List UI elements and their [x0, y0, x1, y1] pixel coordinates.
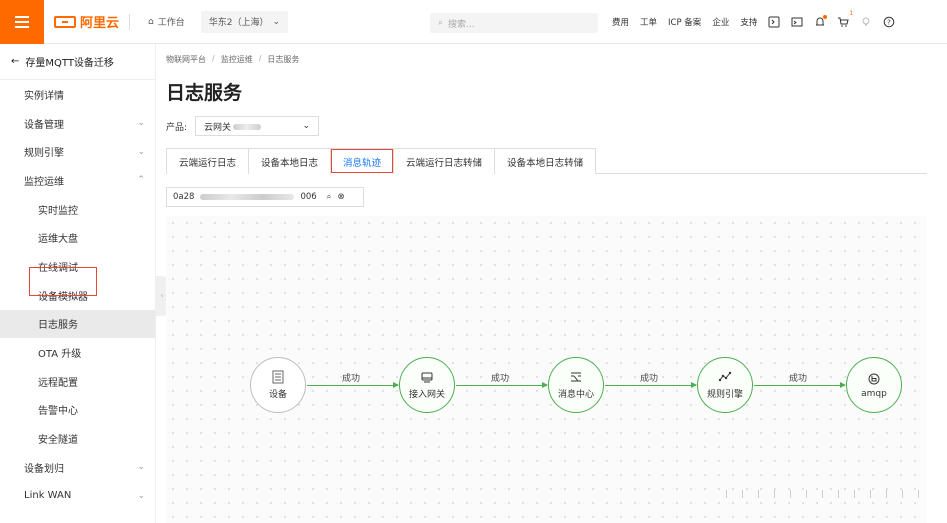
breadcrumb: 物联网平台 / 监控运维 / 日志服务 — [166, 54, 300, 65]
flow-node-message-center[interactable]: 消息中心 — [548, 357, 604, 413]
chevron-down-icon: ⌄ — [137, 146, 145, 157]
gateway-icon — [421, 372, 433, 383]
breadcrumb-log-service: 日志服务 — [267, 55, 300, 64]
redacted-text — [233, 124, 262, 130]
sidebar-item-device-management[interactable]: 设备管理 ⌄ — [0, 109, 155, 138]
tab-device-local-log[interactable]: 设备本地日志 — [248, 148, 332, 174]
sidebar-item-alarm-center[interactable]: 告警中心 — [0, 396, 155, 425]
flow-node-access-gateway[interactable]: 接入网关 — [399, 357, 455, 413]
bell-icon[interactable] — [814, 15, 828, 28]
main-content: 物联网平台 / 监控运维 / 日志服务 日志服务 产品: 云网关 ⌄ 云端运行日… — [166, 44, 947, 523]
divider — [129, 13, 131, 30]
clear-icon[interactable]: ⊗ — [337, 192, 344, 202]
product-select[interactable]: 云网关 ⌄ — [195, 116, 320, 136]
tab-cloud-run-log[interactable]: 云端运行日志 — [166, 148, 250, 174]
highlight-box — [29, 267, 97, 296]
chevron-left-icon: ‹ — [160, 291, 164, 301]
sidebar-item-instance-detail[interactable]: 实例详情 — [0, 80, 155, 109]
global-search-input[interactable]: ⌕ 搜索... — [430, 13, 598, 33]
redacted-text — [200, 194, 295, 200]
sidebar-item-link-wan[interactable]: Link WAN ⌄ — [0, 482, 155, 511]
lightbulb-icon[interactable] — [860, 16, 872, 28]
log-tabs: 云端运行日志 设备本地日志 消息轨迹 云端运行日志转储 设备本地日志转储 — [166, 148, 927, 174]
timeline-ticks — [726, 490, 926, 498]
cart-icon[interactable]: 1 — [837, 10, 853, 28]
top-links: 费用 工单 ICP 备案 企业 支持 1 ? — [612, 0, 895, 44]
chevron-down-icon: ⌄ — [137, 462, 145, 473]
sidebar-item-realtime-monitor[interactable]: 实时监控 — [0, 195, 155, 224]
edge-label: 成功 — [491, 374, 510, 384]
sidebar-item-log-service[interactable]: 日志服务 — [0, 309, 155, 339]
tab-message-trace[interactable]: 消息轨迹 — [330, 148, 395, 174]
arrow-left-icon: ← — [11, 56, 20, 67]
top-link-ticket[interactable]: 工单 — [640, 16, 657, 28]
chevron-down-icon: ⌄ — [137, 490, 145, 501]
message-center-icon — [571, 372, 581, 382]
region-selector[interactable]: 华东2（上海） ⌄ — [200, 10, 289, 33]
page-title: 日志服务 — [166, 82, 243, 104]
flow-edge — [307, 382, 399, 388]
sidebar-item-monitoring[interactable]: 监控运维 ⌃ — [0, 166, 155, 195]
amqp-icon — [868, 373, 880, 384]
sidebar-item-secure-tunnel[interactable]: 安全隧道 — [0, 424, 155, 453]
rule-engine-icon — [718, 371, 732, 382]
breadcrumb-monitoring[interactable]: 监控运维 — [221, 54, 253, 65]
notification-dot — [823, 15, 828, 19]
terminal-icon[interactable] — [791, 16, 803, 28]
chevron-down-icon: ⌄ — [302, 121, 311, 131]
edge-label: 成功 — [789, 374, 808, 384]
edge-label: 成功 — [342, 374, 361, 384]
menu-icon[interactable] — [0, 0, 44, 44]
sidebar-item-device-assignment[interactable]: 设备划归 ⌄ — [0, 453, 155, 482]
flow-edge — [754, 382, 846, 388]
search-icon: ⌕ — [438, 18, 444, 28]
device-icon — [272, 370, 284, 384]
product-filter: 产品: 云网关 ⌄ — [166, 116, 320, 136]
flow-edge — [456, 382, 548, 388]
aliyun-logo[interactable]: 阿里云 — [54, 12, 119, 31]
tab-device-log-dump[interactable]: 设备本地日志转储 — [494, 148, 597, 174]
cart-badge: 1 — [849, 10, 854, 17]
search-icon[interactable]: ⌕ — [327, 192, 332, 202]
svg-text:?: ? — [887, 19, 891, 27]
breadcrumb-iot-platform[interactable]: 物联网平台 — [166, 54, 206, 65]
top-link-fee[interactable]: 费用 — [612, 16, 629, 28]
flow-node-device[interactable]: 设备 — [250, 357, 306, 413]
chevron-up-icon: ⌃ — [137, 175, 145, 186]
workbench-button[interactable]: ⌂ 工作台 — [140, 11, 193, 33]
sidebar-item-ota[interactable]: OTA 升级 — [0, 338, 155, 367]
top-link-icp[interactable]: ICP 备案 — [668, 16, 701, 28]
flow-node-amqp[interactable]: amqp — [846, 357, 902, 413]
sidebar-item-rule-engine[interactable]: 规则引擎 ⌄ — [0, 137, 155, 166]
chevron-down-icon: ⌄ — [137, 118, 145, 129]
code-icon[interactable] — [768, 16, 780, 28]
flow-node-rule-engine[interactable]: 规则引擎 — [697, 357, 753, 413]
chevron-down-icon: ⌄ — [272, 16, 281, 27]
message-id-input[interactable]: 0a28 006 ⌕ ⊗ — [166, 187, 364, 207]
back-button[interactable]: ← 存量MQTT设备迁移 — [0, 44, 155, 80]
tab-cloud-log-dump[interactable]: 云端运行日志转储 — [393, 148, 496, 174]
aliyun-logo-icon — [54, 15, 76, 28]
home-icon: ⌂ — [148, 16, 154, 27]
sidebar-item-ops-dashboard[interactable]: 运维大盘 — [0, 223, 155, 252]
product-label: 产品: — [166, 122, 188, 133]
top-link-support[interactable]: 支持 — [740, 16, 757, 28]
edge-label: 成功 — [640, 374, 659, 384]
trace-canvas[interactable]: 设备 接入网关 消息中心 规则引擎 amqp 成功 成功 成功 成功 — [166, 216, 927, 523]
flow-edge — [605, 382, 697, 388]
sidebar-item-remote-config[interactable]: 远程配置 — [0, 367, 155, 396]
top-link-enterprise[interactable]: 企业 — [712, 16, 729, 28]
help-icon[interactable]: ? — [883, 16, 895, 28]
